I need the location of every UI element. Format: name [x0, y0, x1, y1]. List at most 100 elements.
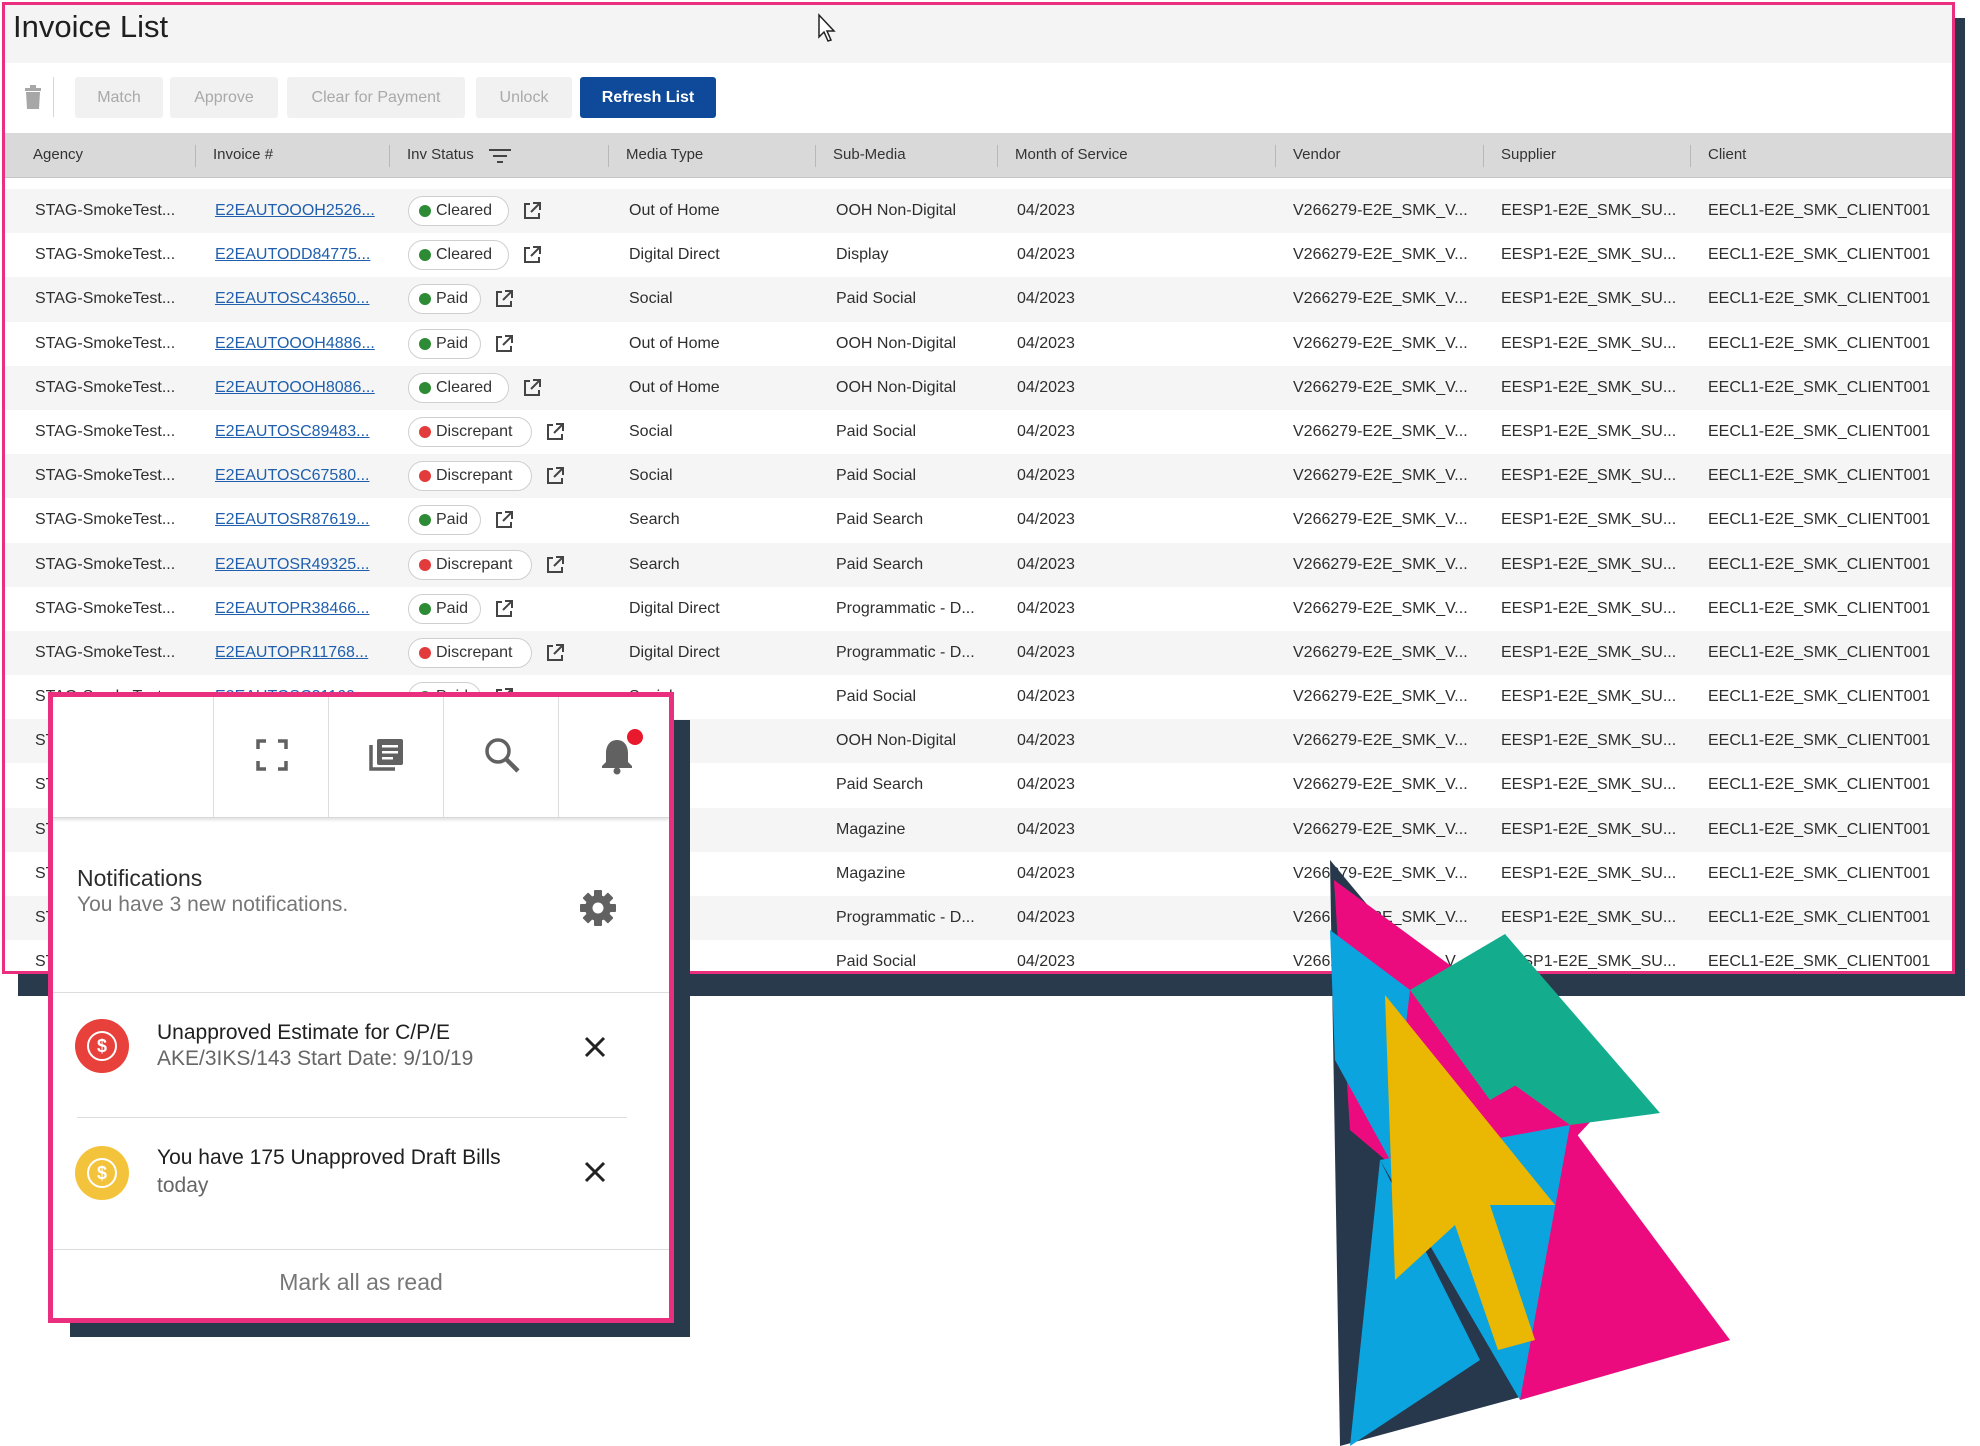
- filter-icon[interactable]: [489, 147, 511, 163]
- match-button[interactable]: Match: [75, 77, 163, 118]
- open-external-icon[interactable]: [523, 202, 541, 220]
- unlock-button[interactable]: Unlock: [476, 77, 572, 118]
- table-row[interactable]: STAG-SmokeTest... E2EAUTODD84775... Cleare…: [5, 233, 1952, 277]
- cell-month-of-service: 04/2023: [1017, 555, 1075, 573]
- open-external-icon[interactable]: [523, 378, 541, 397]
- open-external-icon[interactable]: [495, 511, 513, 529]
- close-icon[interactable]: [583, 1035, 607, 1059]
- invoice-link[interactable]: E2EAUTOPR11768...: [215, 644, 368, 661]
- notification-item[interactable]: $ You have 175 Unapproved Draft Bills to…: [53, 1122, 669, 1222]
- cell-client: EECL1-E2E_SMK_CLIENT001: [1708, 202, 1931, 219]
- cell-sub-media: Paid Social: [836, 688, 917, 706]
- search-icon: [485, 738, 520, 773]
- table-row[interactable]: STAG-SmokeTest... E2EAUTOSC67580... Discre…: [5, 454, 1952, 499]
- open-external-icon[interactable]: [546, 643, 564, 662]
- status-badge: Discrepant: [408, 461, 532, 492]
- table-row[interactable]: STAG-SmokeTest... E2EAUTOSR49325... Discre…: [5, 542, 1952, 587]
- dollar-icon: $: [75, 1146, 129, 1200]
- cell-client: EECL1-E2E_SMK_CLIENT001: [1708, 732, 1931, 750]
- notifications-count-text: You have 3 new notifications.: [77, 893, 349, 916]
- cell-client: EECL1-E2E_SMK_CLIENT001: [1708, 511, 1931, 529]
- open-external-icon[interactable]: [523, 246, 541, 264]
- cell-supplier: EESP1-E2E_SMK_SU...: [1501, 378, 1677, 396]
- cell-sub-media: Magazine: [836, 820, 906, 838]
- cell-sub-media: Programmatic - D...: [836, 909, 975, 926]
- trash-icon[interactable]: [23, 85, 43, 109]
- table-row[interactable]: STAG-SmokeTest... E2EAUTOSR87619... Paid Se…: [5, 498, 1952, 542]
- table-row[interactable]: STAG-SmokeTest... E2EAUTOPR38466... Paid Di…: [5, 587, 1952, 631]
- page-title: Invoice List: [13, 9, 169, 44]
- fullscreen-button[interactable]: [213, 697, 329, 817]
- table-row[interactable]: STAG-SmokeTest... E2EAUTOOOH4886... Paid Ou…: [5, 322, 1952, 366]
- close-icon[interactable]: [583, 1160, 607, 1184]
- approve-button[interactable]: Approve: [170, 77, 278, 118]
- invoice-link[interactable]: E2EAUTOPR38466...: [215, 600, 369, 617]
- status-dot-icon: [419, 205, 431, 217]
- column-header-media-type[interactable]: Media Type: [606, 133, 703, 177]
- open-external-icon[interactable]: [546, 555, 564, 574]
- invoice-link[interactable]: E2EAUTODD84775...: [215, 246, 370, 263]
- open-external-icon[interactable]: [495, 599, 513, 618]
- invoice-link[interactable]: E2EAUTOSC67580...: [215, 467, 369, 484]
- column-header-vendor[interactable]: Vendor: [1273, 133, 1341, 177]
- column-header-sub-media[interactable]: Sub-Media: [813, 133, 906, 177]
- invoice-link[interactable]: E2EAUTOOOH8086...: [215, 379, 375, 396]
- status-dot-icon: [419, 470, 431, 483]
- cell-month-of-service: 04/2023: [1017, 334, 1075, 352]
- invoice-link[interactable]: E2EAUTOSR49325...: [215, 556, 369, 573]
- open-external-icon[interactable]: [546, 467, 564, 485]
- table-row[interactable]: STAG-SmokeTest... E2EAUTOSC43650... Paid So…: [5, 277, 1952, 322]
- cell-invoice: E2EAUTOSC89483...: [215, 410, 369, 454]
- column-header-supplier[interactable]: Supplier: [1481, 133, 1556, 177]
- refresh-list-button[interactable]: Refresh List: [580, 77, 716, 118]
- status-label: Discrepant: [436, 555, 513, 573]
- status-label: Paid: [436, 511, 469, 529]
- dollar-icon: $: [75, 1019, 129, 1073]
- notifications-bell-button[interactable]: [558, 697, 669, 817]
- mark-all-as-read-button[interactable]: Mark all as read: [53, 1269, 669, 1296]
- cell-sub-media: Display: [836, 246, 889, 264]
- open-external-icon[interactable]: [495, 334, 513, 353]
- cell-supplier: EESP1-E2E_SMK_SU...: [1501, 555, 1677, 573]
- invoice-link[interactable]: E2EAUTOSR87619...: [215, 511, 369, 528]
- cell-invoice: E2EAUTOOOH4886...: [215, 322, 375, 366]
- column-header-client[interactable]: Client: [1688, 133, 1746, 177]
- cell-client: EECL1-E2E_SMK_CLIENT001: [1708, 864, 1931, 882]
- cell-invoice: E2EAUTOSR49325...: [215, 543, 369, 587]
- column-header-agency[interactable]: Agency: [13, 133, 83, 177]
- cell-vendor: V266279-E2E_SMK_V...: [1293, 246, 1468, 264]
- open-external-icon[interactable]: [495, 290, 513, 308]
- invoice-link[interactable]: E2EAUTOSC89483...: [215, 423, 369, 440]
- clear-for-payment-button[interactable]: Clear for Payment: [287, 77, 465, 118]
- column-header-inv-status[interactable]: Inv Status: [387, 133, 474, 177]
- open-external-icon[interactable]: [546, 422, 564, 441]
- notification-item[interactable]: $ Unapproved Estimate for C/P/E AKE/3IKS…: [53, 997, 669, 1097]
- cell-invoice: E2EAUTOPR11768...: [215, 631, 368, 675]
- search-button[interactable]: [443, 697, 559, 817]
- library-button[interactable]: [328, 697, 444, 817]
- cell-month-of-service: 04/2023: [1017, 909, 1075, 926]
- cell-client: EECL1-E2E_SMK_CLIENT001: [1708, 688, 1931, 706]
- cell-agency: STAG-SmokeTest...: [35, 290, 176, 308]
- toolbar: Match Approve Clear for Payment Unlock R…: [5, 63, 1952, 134]
- cell-client: EECL1-E2E_SMK_CLIENT001: [1708, 643, 1931, 661]
- status-dot-icon: [419, 293, 431, 306]
- cell-sub-media: Paid Social: [836, 290, 917, 308]
- table-row[interactable]: STAG-SmokeTest... E2EAUTOPR11768... Discre…: [5, 630, 1952, 676]
- column-header-invoice[interactable]: Invoice #: [193, 133, 273, 177]
- cell-vendor: V266279-E2E_SMK_V...: [1293, 732, 1468, 750]
- status-label: Discrepant: [436, 643, 513, 661]
- status-dot-icon: [419, 425, 431, 438]
- invoice-link[interactable]: E2EAUTOOOH4886...: [215, 335, 375, 352]
- gear-icon[interactable]: [579, 889, 617, 927]
- cell-sub-media: OOH Non-Digital: [836, 732, 957, 750]
- table-row[interactable]: STAG-SmokeTest... E2EAUTOOOH2526... Cleare…: [5, 189, 1952, 234]
- invoice-link[interactable]: E2EAUTOSC43650...: [215, 290, 369, 307]
- invoice-link[interactable]: E2EAUTOOOH2526...: [215, 202, 375, 219]
- cell-media-type: Digital Direct: [629, 599, 720, 617]
- table-row[interactable]: STAG-SmokeTest... E2EAUTOOOH8086... Cleare…: [5, 365, 1952, 410]
- column-header-month-of-service[interactable]: Month of Service: [995, 133, 1128, 177]
- table-row[interactable]: STAG-SmokeTest... E2EAUTOSC89483... Discre…: [5, 410, 1952, 454]
- cell-client: EECL1-E2E_SMK_CLIENT001: [1708, 776, 1931, 794]
- cell-agency: STAG-SmokeTest...: [35, 511, 176, 529]
